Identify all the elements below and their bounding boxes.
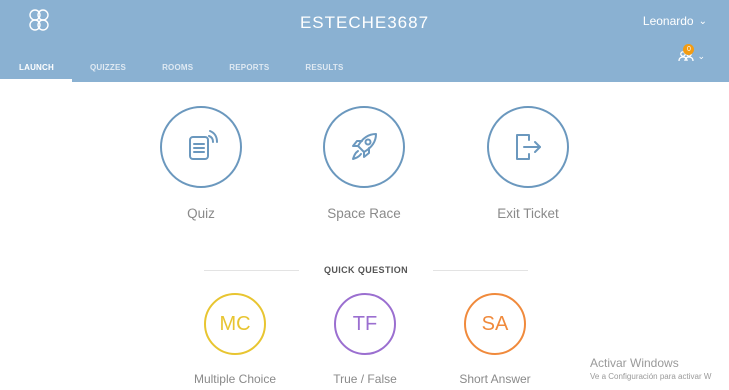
rocket-icon (352, 133, 377, 160)
tab-rooms[interactable]: ROOMS (144, 56, 211, 82)
tab-reports[interactable]: REPORTS (211, 56, 287, 82)
quiz-document-icon (189, 130, 218, 160)
tab-results[interactable]: RESULTS (287, 56, 361, 82)
launch-space-race-button[interactable]: Space Race (289, 106, 439, 221)
watermark-subtitle: Ve a Configuración para activar W (590, 372, 712, 381)
exit-ticket-circle (487, 106, 569, 188)
multiple-choice-label: Multiple Choice (193, 372, 277, 386)
watermark-title: Activar Windows (590, 356, 679, 370)
launch-quiz-button[interactable]: Quiz (126, 106, 276, 221)
exit-ticket-label: Exit Ticket (497, 206, 559, 221)
quick-question-divider: QUICK QUESTION (204, 264, 528, 278)
tab-quizzes[interactable]: QUIZZES (72, 56, 144, 82)
multiple-choice-ring: MC (204, 293, 266, 355)
short-answer-label: Short Answer (459, 372, 531, 386)
user-name: Leonardo (642, 14, 694, 28)
main-nav-tabs: LAUNCH QUIZZES ROOMS REPORTS RESULTS (0, 56, 362, 82)
windows-activation-watermark: Activar Windows Ve a Configuración para … (590, 356, 711, 381)
true-false-ring: TF (334, 293, 396, 355)
true-false-label: True / False (333, 372, 397, 386)
chevron-down-icon: ⌄ (698, 15, 707, 27)
top-header: ESTECHE3687 Leonardo ⌄ LAUNCH QUIZZES RO… (0, 0, 729, 82)
exit-door-icon (516, 134, 541, 160)
tab-launch[interactable]: LAUNCH (0, 56, 72, 82)
space-race-circle (323, 106, 405, 188)
launch-exit-ticket-button[interactable]: Exit Ticket (453, 106, 603, 221)
quiz-circle (160, 106, 242, 188)
quiz-label: Quiz (187, 206, 215, 221)
divider-line (433, 270, 528, 271)
multiple-choice-button[interactable]: MC Multiple Choice (165, 293, 305, 386)
notifications-menu[interactable]: 0 ⌄ (678, 44, 705, 62)
true-false-button[interactable]: TF True / False (295, 293, 435, 386)
short-answer-ring: SA (464, 293, 526, 355)
room-name: ESTECHE3687 (299, 13, 430, 32)
space-race-label: Space Race (327, 206, 401, 221)
user-menu[interactable]: Leonardo ⌄ (643, 14, 707, 28)
short-answer-button[interactable]: SA Short Answer (425, 293, 565, 386)
chevron-down-icon: ⌄ (697, 51, 705, 61)
